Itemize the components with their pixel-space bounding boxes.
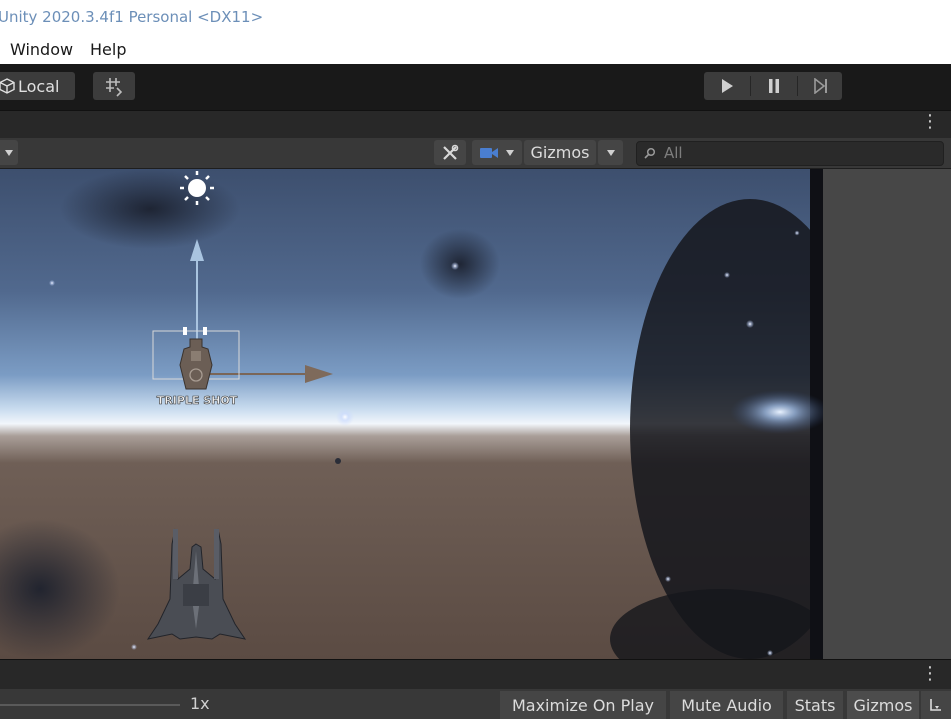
- menu-help[interactable]: Help: [90, 40, 126, 59]
- scene-panel-header: ⋮: [0, 110, 951, 139]
- scene-search-field[interactable]: All: [636, 141, 944, 166]
- star: [131, 644, 137, 650]
- scale-slider[interactable]: [0, 704, 180, 706]
- star: [794, 230, 800, 236]
- chevron-down-icon: [606, 149, 615, 156]
- pause-icon: [768, 79, 779, 93]
- star: [335, 458, 341, 464]
- title-bar: Unity 2020.3.4f1 Personal <DX11>: [0, 0, 951, 34]
- pivot-rotation-button[interactable]: Local: [0, 72, 75, 100]
- star: [724, 272, 730, 278]
- pause-button[interactable]: [751, 72, 796, 100]
- step-button[interactable]: [798, 72, 843, 100]
- nebula-cloud: [420, 229, 500, 299]
- game-panel-header: ⋮: [0, 659, 951, 690]
- selection-handle: [183, 327, 187, 335]
- star: [451, 262, 459, 270]
- search-icon: [644, 147, 656, 159]
- search-placeholder: All: [664, 144, 683, 162]
- scene-viewport[interactable]: TRIPLE SHOT: [0, 169, 951, 659]
- star: [665, 576, 671, 582]
- step-icon: [813, 78, 827, 94]
- stats-toggle[interactable]: Stats: [787, 691, 843, 719]
- cursor-resize-icon: [930, 699, 941, 711]
- gizmos-label: Gizmos: [530, 143, 590, 162]
- scene-panel-menu-icon[interactable]: ⋮: [921, 113, 939, 131]
- star: [767, 650, 773, 656]
- star: [746, 320, 754, 328]
- pickup-label: TRIPLE SHOT: [157, 394, 238, 407]
- scale-value: 1x: [190, 694, 210, 713]
- gizmos-toggle-button[interactable]: Gizmos: [524, 140, 596, 165]
- gizmos-dropdown[interactable]: [598, 140, 623, 165]
- play-icon: [721, 79, 733, 93]
- main-toolbar: Local: [0, 64, 951, 110]
- game-toolbar: 1x Maximize On Play Mute Audio Stats Giz…: [0, 689, 951, 719]
- play-button[interactable]: [704, 72, 749, 100]
- chevron-down-icon: [506, 149, 514, 156]
- game-panel-menu-icon[interactable]: ⋮: [921, 665, 939, 683]
- menu-bar: Window Help: [0, 34, 951, 64]
- star: [336, 408, 354, 426]
- nebula-cloud: [60, 169, 240, 249]
- grid-snap-icon: [106, 78, 123, 97]
- scene-camera-dropdown[interactable]: [472, 140, 522, 165]
- game-gizmos-dropdown[interactable]: [921, 691, 951, 719]
- tools-icon: [443, 144, 459, 160]
- star: [49, 280, 55, 286]
- mute-audio-toggle[interactable]: Mute Audio: [670, 691, 783, 719]
- pivot-rotation-label: Local: [18, 76, 60, 96]
- scene-toolbar: Gizmos All: [0, 138, 951, 169]
- draw-mode-dropdown[interactable]: [0, 140, 18, 165]
- game-gizmos-toggle[interactable]: Gizmos: [847, 691, 919, 719]
- window-title: Unity 2020.3.4f1 Personal <DX11>: [0, 8, 264, 26]
- selection-handle: [203, 327, 207, 335]
- camera-icon: [480, 147, 498, 158]
- menu-window[interactable]: Window: [10, 40, 73, 59]
- playmode-controls: [704, 72, 842, 100]
- scene-render[interactable]: TRIPLE SHOT: [0, 169, 823, 659]
- maximize-on-play-toggle[interactable]: Maximize On Play: [500, 691, 666, 719]
- viewport-empty-area: [823, 169, 951, 659]
- cube-icon: [0, 78, 15, 94]
- effects-toggle-button[interactable]: [434, 140, 466, 165]
- chevron-down-icon: [5, 149, 13, 156]
- grid-snap-button[interactable]: [93, 72, 135, 100]
